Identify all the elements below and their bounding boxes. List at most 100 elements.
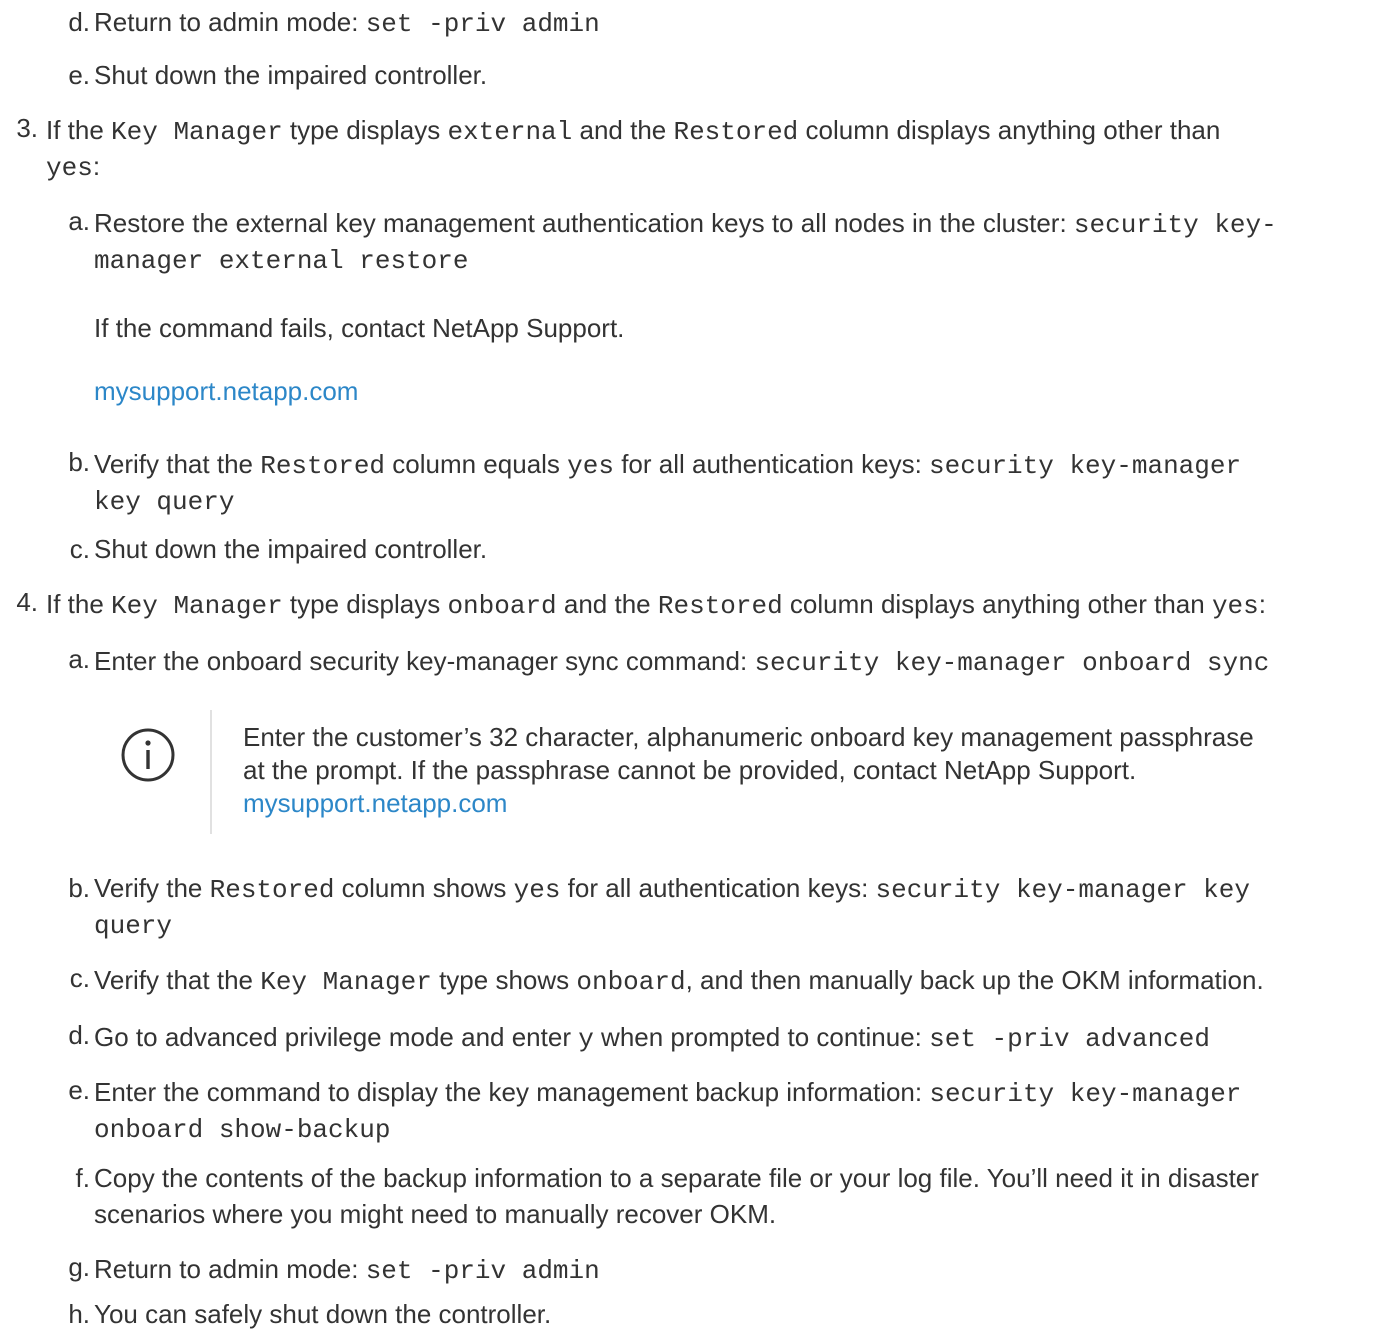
text: when prompted to continue: [593, 1022, 930, 1052]
step-number: 3. [16, 113, 38, 143]
step-label: b. [68, 873, 90, 903]
code: y [578, 1024, 594, 1054]
step-4h: You can safely shut down the controller. [94, 1296, 551, 1332]
text: Return to admin mode: [94, 1254, 366, 1284]
step-3a-line1: Restore the external key management auth… [94, 205, 1277, 243]
text: Verify that the [94, 965, 261, 995]
command: security key- [1073, 210, 1277, 240]
step-4f-line1: Copy the contents of the backup informat… [94, 1163, 1259, 1193]
step-label: g. [68, 1252, 90, 1282]
step-4-line1: If the Key Manager type displays onboard… [46, 586, 1266, 624]
info-circle-icon [119, 726, 177, 791]
step-label: f. [75, 1163, 90, 1193]
step-4a: Enter the onboard security key-manager s… [94, 643, 1269, 681]
text: column equals [385, 449, 568, 479]
note-link[interactable]: mysupport.netapp.com [243, 785, 507, 821]
step-4d: Go to advanced privilege mode and enter … [94, 1019, 1210, 1057]
step-label: e. [68, 1075, 90, 1105]
fail-text: If the command fails, contact NetApp Sup… [94, 313, 625, 343]
step-label: a. [68, 206, 90, 236]
command: set -priv admin [365, 1256, 600, 1286]
text: type displays [282, 115, 448, 145]
command: security key-manager [929, 1079, 1242, 1109]
command: security key-manager [929, 451, 1242, 481]
text: and the [556, 589, 658, 619]
step-3c: Shut down the impaired controller. [94, 531, 487, 567]
text: Enter the command to display the key man… [94, 1077, 930, 1107]
step-label: h. [68, 1299, 90, 1329]
code: yes [1211, 591, 1259, 621]
step-number: 4. [16, 587, 38, 617]
code: Key Manager [111, 117, 283, 147]
command: query [94, 911, 173, 941]
step-text: Return to admin mode: [94, 7, 366, 37]
text: Verify the [94, 873, 210, 903]
step-label: a. [68, 644, 90, 674]
step-label: e. [68, 60, 90, 90]
step-label: d. [68, 1020, 90, 1050]
text: : [92, 151, 101, 181]
code: yes [46, 153, 93, 183]
step-4e-line2: onboard show-backup [94, 1110, 390, 1148]
support-link-text[interactable]: mysupport.netapp.com [94, 376, 358, 406]
command: set -priv admin [365, 9, 600, 39]
code: Restored [260, 451, 386, 481]
step-text: Shut down the impaired controller. [94, 60, 488, 90]
code: Restored [657, 591, 783, 621]
command: key query [94, 487, 235, 517]
step-3b-line1: Verify that the Restored column equals y… [94, 446, 1241, 484]
text: If the [46, 115, 112, 145]
text: Shut down the impaired controller. [94, 534, 488, 564]
note-link-text[interactable]: mysupport.netapp.com [243, 788, 507, 818]
command: onboard show-backup [94, 1115, 391, 1145]
step-4b-line1: Verify the Restored column shows yes for… [94, 870, 1250, 908]
step-3-line2: yes: [46, 148, 100, 186]
step-3a-line2: manager external restore [94, 241, 468, 279]
step-3-line1: If the Key Manager type displays externa… [46, 112, 1220, 150]
support-link[interactable]: mysupport.netapp.com [94, 373, 358, 409]
text: If the [46, 589, 112, 619]
text: You can safely shut down the controller. [94, 1299, 552, 1329]
text: Enter the onboard security key-manager s… [94, 646, 755, 676]
code: yes [567, 451, 614, 481]
text: : [1258, 589, 1266, 619]
code: Restored [673, 117, 799, 147]
command: set -priv advanced [929, 1024, 1210, 1054]
step-3b-line2: key query [94, 482, 234, 520]
step-4f-line2: scenarios where you might need to manual… [94, 1199, 777, 1229]
step-label: d. [68, 7, 90, 37]
command: manager external restore [94, 246, 469, 276]
step-label: b. [68, 447, 90, 477]
note-line-1: Enter the customer’s 32 character, alpha… [243, 722, 1254, 752]
text: , and then manually back up the OKM info… [685, 965, 1264, 995]
code: Key Manager [260, 967, 432, 997]
step-4g: Return to admin mode: set -priv admin [94, 1251, 600, 1289]
step-label: c. [69, 963, 90, 993]
code: onboard [447, 591, 557, 621]
text: column displays anything other than [782, 589, 1212, 619]
step-4b-line2: query [94, 906, 172, 944]
step-4c: Verify that the Key Manager type shows o… [94, 962, 1264, 1000]
step-label: c. [69, 534, 90, 564]
code: Key Manager [111, 591, 283, 621]
text: Restore the external key management auth… [94, 208, 1074, 238]
command: security key-manager onboard sync [754, 648, 1270, 678]
code: yes [513, 875, 561, 905]
step-4e-line1: Enter the command to display the key man… [94, 1074, 1241, 1112]
text: Go to advanced privilege mode and enter [94, 1022, 579, 1052]
code: onboard [576, 967, 686, 997]
text: for all authentication keys: [613, 449, 930, 479]
text: for all authentication keys: [560, 873, 876, 903]
text: Verify that the [94, 449, 261, 479]
step-2e: Shut down the impaired controller. [94, 57, 487, 93]
code: external [447, 117, 573, 147]
note-divider [210, 710, 212, 834]
text: type displays [282, 589, 448, 619]
code: Restored [209, 875, 335, 905]
text: type shows [431, 965, 577, 995]
text: column shows [334, 873, 514, 903]
text: and the [572, 115, 674, 145]
text: column displays anything other than [798, 115, 1221, 145]
command: security key-manager key [875, 875, 1250, 905]
step-2d: Return to admin mode: set -priv admin [94, 4, 600, 42]
